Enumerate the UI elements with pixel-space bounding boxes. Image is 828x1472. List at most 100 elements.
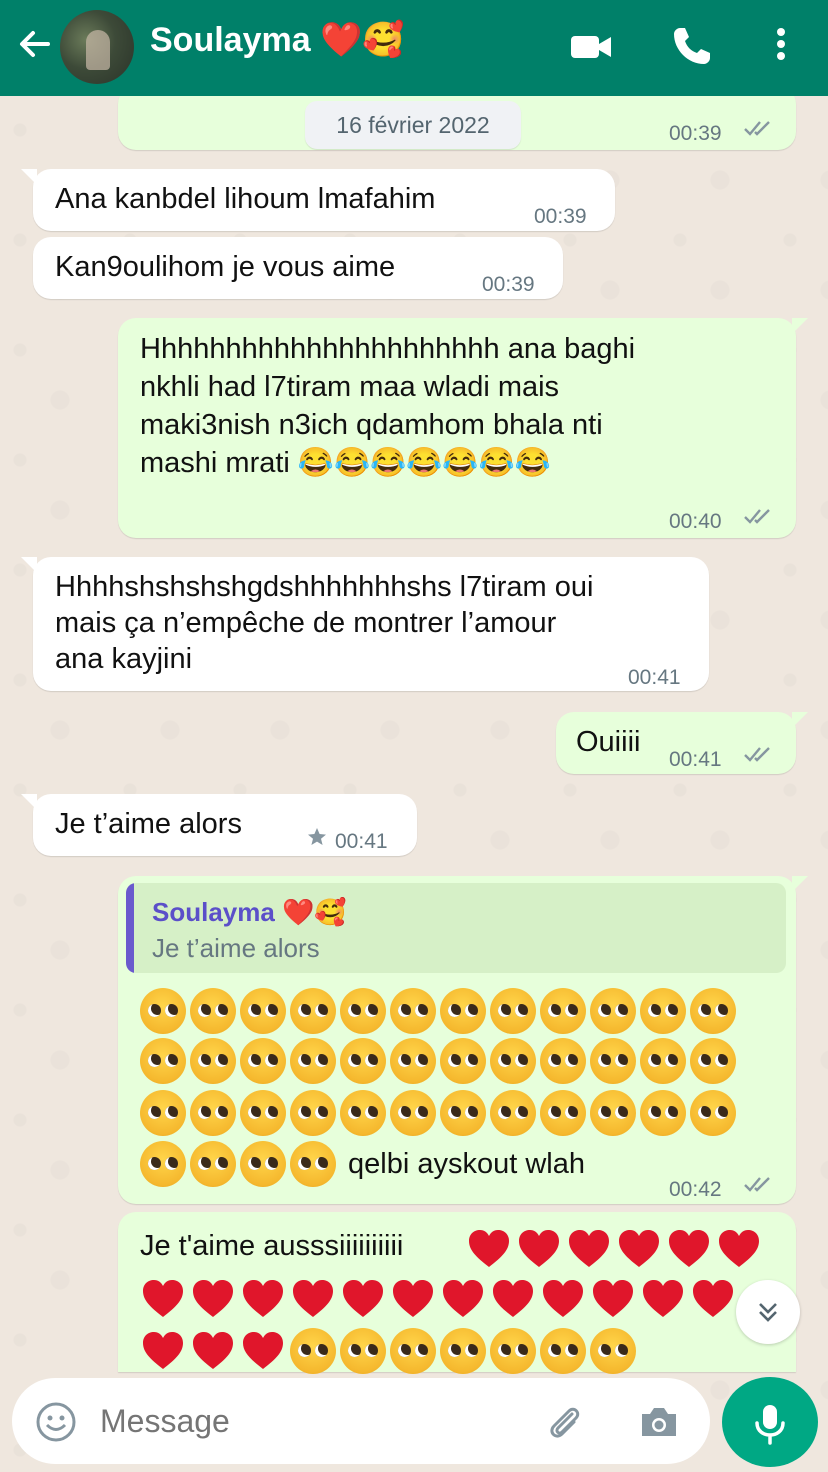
message-bubble-incoming[interactable]: Je t’aime alors 00:41 — [21, 794, 417, 856]
date-divider: 16 février 2022 — [305, 101, 521, 149]
voice-call-icon[interactable] — [668, 22, 716, 70]
attach-icon[interactable] — [542, 1400, 586, 1444]
pleading-face-emoji — [690, 1090, 736, 1136]
avatar[interactable] — [60, 10, 134, 84]
message-text: Hhhhhhhhhhhhhhhhhhhhhh ana baghi nkhli h… — [140, 333, 636, 479]
message-bubble-outgoing[interactable]: Ouiiii 00:41 — [556, 712, 808, 774]
pleading-face-emoji — [290, 1141, 336, 1187]
mic-button[interactable] — [722, 1377, 818, 1467]
message-composer[interactable] — [12, 1378, 710, 1464]
emoji-row — [466, 1226, 762, 1272]
pleading-face-emoji — [590, 1090, 636, 1136]
red-heart-emoji — [490, 1276, 536, 1322]
pleading-face-emoji — [640, 1038, 686, 1084]
pleading-face-emoji — [490, 1038, 536, 1084]
pleading-face-emoji — [340, 1090, 386, 1136]
pleading-face-emoji — [390, 1090, 436, 1136]
read-ticks-icon — [744, 1177, 770, 1192]
read-ticks-icon — [744, 509, 770, 524]
back-arrow-icon[interactable] — [14, 24, 54, 64]
red-heart-emoji — [616, 1226, 662, 1272]
pleading-face-emoji — [540, 1038, 586, 1084]
quoted-text: Je t’aime alors — [152, 933, 320, 963]
red-heart-emoji — [440, 1276, 486, 1322]
red-heart-emoji — [666, 1226, 712, 1272]
emoji-row — [140, 1276, 736, 1322]
message-bubble-incoming[interactable]: Ana kanbdel lihoum lmafahim 00:39 — [21, 169, 615, 231]
emoji-row — [140, 1328, 636, 1374]
scroll-to-bottom-button[interactable] — [736, 1280, 800, 1344]
star-icon — [308, 828, 326, 845]
message-time: 00:39 — [669, 122, 722, 145]
chat-header: Soulayma ❤️🥰 — [0, 0, 828, 96]
pleading-face-emoji — [340, 1328, 386, 1374]
pleading-face-emoji — [440, 988, 486, 1034]
contact-name[interactable]: Soulayma ❤️🥰 — [150, 20, 405, 60]
pleading-face-emoji — [340, 1038, 386, 1084]
message-text: Kan9oulihom je vous aime — [55, 251, 396, 283]
emoji-row — [140, 1090, 736, 1136]
message-bubble-incoming[interactable]: Hhhhshshshshgdshhhhhhhshs l7tiram oui ma… — [21, 557, 709, 691]
pleading-face-emoji — [590, 1038, 636, 1084]
message-time: 00:40 — [669, 510, 722, 533]
pleading-face-emoji — [440, 1038, 486, 1084]
pleading-face-emoji — [540, 1328, 586, 1374]
quoted-message[interactable]: Soulayma ❤️🥰 Je t’aime alors — [126, 883, 786, 973]
pleading-face-emoji — [390, 988, 436, 1034]
message-text: Ouiiii — [576, 726, 641, 758]
pleading-face-emoji — [240, 1090, 286, 1136]
pleading-face-emoji — [590, 988, 636, 1034]
message-text: Je t’aime alors — [55, 808, 242, 840]
camera-icon[interactable] — [636, 1400, 682, 1444]
quoted-sender: Soulayma ❤️🥰 — [152, 897, 347, 927]
message-time: 00:42 — [669, 1178, 722, 1201]
red-heart-emoji — [390, 1276, 436, 1322]
message-bubble-outgoing[interactable]: Hhhhhhhhhhhhhhhhhhhhhh ana baghi nkhli h… — [118, 318, 808, 538]
pleading-face-emoji — [290, 1328, 336, 1374]
message-bubble-incoming[interactable]: Kan9oulihom je vous aime 00:39 — [33, 237, 563, 299]
red-heart-emoji — [540, 1276, 586, 1322]
pleading-face-emoji — [590, 1328, 636, 1374]
red-heart-emoji — [716, 1226, 762, 1272]
pleading-face-emoji — [490, 1090, 536, 1136]
pleading-face-emoji — [140, 1090, 186, 1136]
pleading-face-emoji — [290, 1090, 336, 1136]
pleading-face-emoji — [140, 1141, 186, 1187]
pleading-face-emoji — [440, 1090, 486, 1136]
red-heart-emoji — [240, 1328, 286, 1374]
pleading-face-emoji — [240, 1038, 286, 1084]
red-heart-emoji — [516, 1226, 562, 1272]
pleading-face-emoji — [540, 1090, 586, 1136]
emoji-icon[interactable] — [34, 1400, 78, 1444]
pleading-face-emoji — [240, 988, 286, 1034]
pleading-face-emoji — [290, 1038, 336, 1084]
red-heart-emoji — [140, 1276, 186, 1322]
emoji-row — [140, 1141, 336, 1187]
pleading-face-emoji — [690, 988, 736, 1034]
message-time: 00:39 — [534, 205, 587, 228]
pleading-face-emoji — [190, 1141, 236, 1187]
video-call-icon[interactable] — [567, 22, 615, 70]
red-heart-emoji — [240, 1276, 286, 1322]
red-heart-emoji — [190, 1328, 236, 1374]
red-heart-emoji — [466, 1226, 512, 1272]
pleading-face-emoji — [340, 988, 386, 1034]
message-text: qelbi ayskout wlah — [348, 1148, 585, 1180]
pleading-face-emoji — [440, 1328, 486, 1374]
message-input[interactable] — [100, 1394, 520, 1448]
pleading-face-emoji — [240, 1141, 286, 1187]
pleading-face-emoji — [140, 988, 186, 1034]
red-heart-emoji — [690, 1276, 736, 1322]
message-time: 00:41 — [669, 748, 722, 771]
message-text: Je t'aime ausssiiiiiiiiii — [140, 1230, 404, 1262]
message-time: 00:41 — [335, 830, 388, 853]
quote-bar — [126, 883, 134, 973]
red-heart-emoji — [290, 1276, 336, 1322]
red-heart-emoji — [590, 1276, 636, 1322]
pleading-face-emoji — [490, 988, 536, 1034]
pleading-face-emoji — [190, 1090, 236, 1136]
red-heart-emoji — [190, 1276, 236, 1322]
message-time: 00:39 — [482, 273, 535, 296]
more-options-icon[interactable] — [757, 22, 805, 70]
pleading-face-emoji — [540, 988, 586, 1034]
